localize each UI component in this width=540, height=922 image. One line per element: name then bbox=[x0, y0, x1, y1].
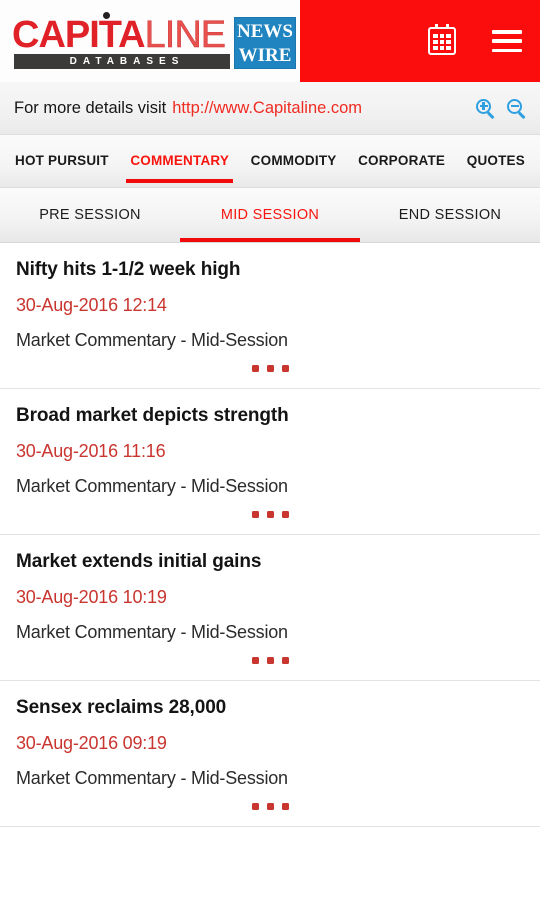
primary-tab-bar: HOT PURSUIT COMMENTARY COMMODITY CORPORA… bbox=[0, 135, 540, 188]
capitaline-logo: CAPITA LINE DATABASES NEWS WIRE bbox=[12, 12, 296, 70]
news-list: Nifty hits 1-1/2 week high 30-Aug-2016 1… bbox=[0, 243, 540, 897]
logo-zone: CAPITA LINE DATABASES NEWS WIRE bbox=[0, 0, 300, 82]
tab-commentary[interactable]: COMMENTARY bbox=[123, 137, 236, 186]
zoom-controls bbox=[476, 98, 526, 119]
info-bar: For more details visit http://www.Capita… bbox=[0, 82, 540, 135]
zoom-in-handle bbox=[487, 110, 495, 119]
news-list-item[interactable]: Sensex reclaims 28,000 30-Aug-2016 09:19… bbox=[0, 681, 540, 827]
zoom-in-plus-vertical bbox=[482, 101, 485, 110]
news-list-item-partial[interactable] bbox=[0, 827, 540, 897]
logo-newswire-badge: NEWS WIRE bbox=[234, 17, 296, 69]
news-title: Market extends initial gains bbox=[16, 551, 262, 572]
tab-mid-session[interactable]: MID SESSION bbox=[180, 188, 360, 242]
zoom-out-minus-horizontal bbox=[510, 104, 519, 107]
news-list-item[interactable]: Nifty hits 1-1/2 week high 30-Aug-2016 1… bbox=[0, 243, 540, 389]
tab-corporate[interactable]: CORPORATE bbox=[351, 137, 452, 186]
tab-end-session[interactable]: END SESSION bbox=[360, 188, 540, 242]
calendar-icon bbox=[428, 24, 456, 55]
logo-newswire-line1: NEWS bbox=[237, 21, 293, 42]
secondary-tab-bar: PRE SESSION MID SESSION END SESSION bbox=[0, 188, 540, 243]
zoom-out-handle bbox=[518, 110, 526, 119]
app-header: CAPITA LINE DATABASES NEWS WIRE bbox=[0, 0, 540, 82]
tab-hot-pursuit[interactable]: HOT PURSUIT bbox=[8, 137, 116, 186]
news-expand-button[interactable] bbox=[16, 796, 524, 816]
news-title: Sensex reclaims 28,000 bbox=[16, 697, 227, 718]
header-actions bbox=[300, 0, 540, 82]
calendar-button[interactable] bbox=[424, 23, 460, 59]
tab-quotes[interactable]: QUOTES bbox=[460, 137, 532, 186]
news-timestamp: 30-Aug-2016 11:16 bbox=[16, 441, 166, 461]
logo-brand-light: LINE bbox=[144, 14, 226, 56]
capitaline-website-link[interactable]: http://www.Capitaline.com bbox=[172, 99, 362, 118]
tab-pre-session[interactable]: PRE SESSION bbox=[0, 188, 180, 242]
logo-wordmark: CAPITA LINE bbox=[12, 14, 226, 56]
news-title: Broad market depicts strength bbox=[16, 405, 289, 426]
menu-button[interactable] bbox=[488, 26, 526, 56]
news-list-item[interactable]: Broad market depicts strength 30-Aug-201… bbox=[0, 389, 540, 535]
news-list-item[interactable]: Market extends initial gains 30-Aug-2016… bbox=[0, 535, 540, 681]
news-title: Nifty hits 1-1/2 week high bbox=[16, 259, 241, 280]
news-expand-button[interactable] bbox=[16, 650, 524, 670]
news-category: Market Commentary - Mid-Session bbox=[16, 476, 288, 496]
tab-commodity[interactable]: COMMODITY bbox=[244, 137, 344, 186]
news-timestamp: 30-Aug-2016 12:14 bbox=[16, 295, 167, 315]
calendar-icon-grid bbox=[433, 34, 451, 50]
hamburger-menu-icon bbox=[492, 30, 522, 52]
logo-tagline: DATABASES bbox=[14, 54, 230, 69]
info-bar-prefix: For more details visit bbox=[14, 98, 167, 117]
news-timestamp: 30-Aug-2016 10:19 bbox=[16, 587, 167, 607]
news-category: Market Commentary - Mid-Session bbox=[16, 622, 288, 642]
news-timestamp: 30-Aug-2016 09:19 bbox=[16, 733, 167, 753]
news-category: Market Commentary - Mid-Session bbox=[16, 330, 288, 350]
logo-dot-icon bbox=[103, 12, 110, 19]
zoom-out-icon[interactable] bbox=[507, 98, 526, 119]
news-expand-button[interactable] bbox=[16, 358, 524, 378]
zoom-in-icon[interactable] bbox=[476, 98, 495, 119]
logo-brand-bold: CAPITA bbox=[12, 14, 146, 56]
logo-newswire-line2: WIRE bbox=[238, 45, 292, 66]
news-category: Market Commentary - Mid-Session bbox=[16, 768, 288, 788]
news-expand-button[interactable] bbox=[16, 504, 524, 524]
